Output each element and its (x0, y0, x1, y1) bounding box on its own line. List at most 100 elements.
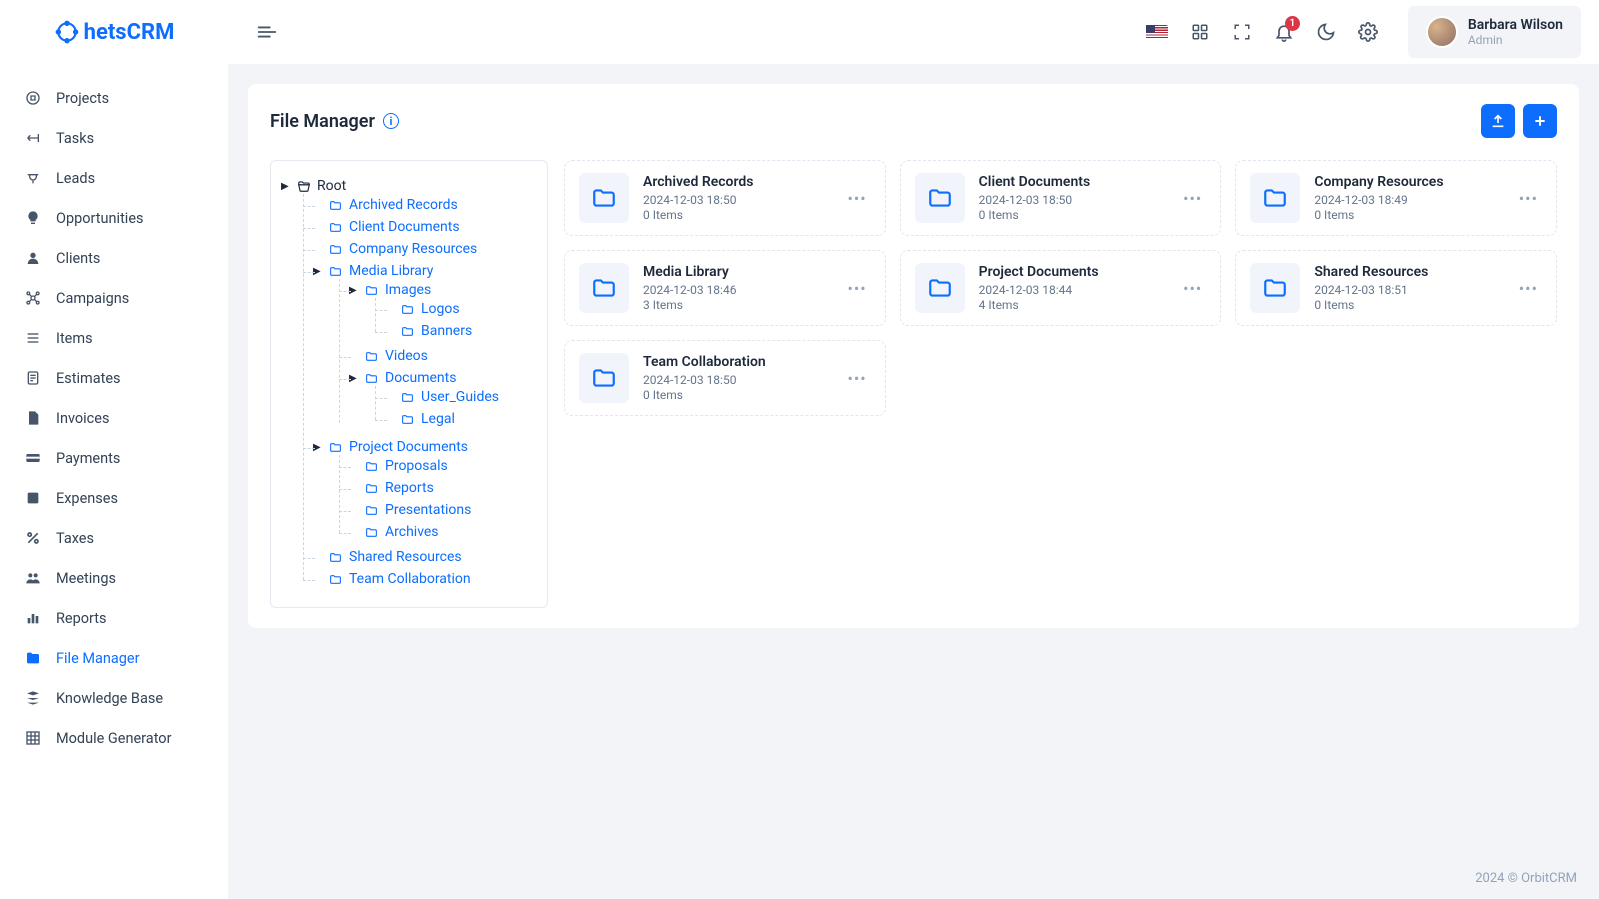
folder-menu-icon[interactable]: ••• (1179, 185, 1206, 212)
folder-menu-icon[interactable]: ••• (1179, 275, 1206, 302)
sidebar-item-reports[interactable]: Reports (0, 598, 228, 638)
folder-count: 3 Items (643, 298, 829, 312)
folder-icon (329, 551, 343, 564)
caret-icon: ▶ (313, 266, 323, 277)
tree-node-archived[interactable]: Archived Records (313, 197, 537, 213)
info-icon[interactable]: i (383, 113, 399, 129)
tree-label: Images (385, 282, 431, 298)
upload-button[interactable] (1481, 104, 1515, 138)
main-content: File Manager i ▶ (228, 0, 1599, 863)
sidebar-item-estimates[interactable]: Estimates (0, 358, 228, 398)
tree-root[interactable]: ▶ Root (281, 178, 537, 194)
notifications-bell-icon[interactable]: 1 (1274, 22, 1294, 42)
tree-node-documents[interactable]: ▶Documents (349, 370, 537, 386)
folder-menu-icon[interactable]: ••• (843, 275, 870, 302)
tree-node-project-documents[interactable]: ▶Project Documents (313, 439, 537, 455)
tree-label: User_Guides (421, 389, 499, 405)
tree-node-shared-resources[interactable]: Shared Resources (313, 549, 537, 565)
folder-name: Media Library (643, 264, 829, 280)
sidebar-item-expenses[interactable]: Expenses (0, 478, 228, 518)
tree-node-proposals[interactable]: Proposals (349, 458, 537, 474)
tree-node-company-resources[interactable]: Company Resources (313, 241, 537, 257)
folder-icon (329, 441, 343, 454)
user-name: Barbara Wilson (1468, 17, 1563, 33)
folder-date: 2024-12-03 18:44 (979, 283, 1165, 297)
folder-card[interactable]: Archived Records2024-12-03 18:500 Items•… (564, 160, 886, 236)
sidebar-item-taxes[interactable]: Taxes (0, 518, 228, 558)
folder-card[interactable]: Team Collaboration2024-12-03 18:500 Item… (564, 340, 886, 416)
folder-icon (365, 372, 379, 385)
sidebar-item-label: Expenses (56, 490, 118, 507)
folder-menu-icon[interactable]: ••• (843, 185, 870, 212)
sidebar-item-clients[interactable]: Clients (0, 238, 228, 278)
tree-node-presentations[interactable]: Presentations (349, 502, 537, 518)
folder-menu-icon[interactable]: ••• (843, 365, 870, 392)
apps-grid-icon[interactable] (1190, 22, 1210, 42)
dark-mode-icon[interactable] (1316, 22, 1336, 42)
sidebar-item-invoices[interactable]: Invoices (0, 398, 228, 438)
sidebar-item-meetings[interactable]: Meetings (0, 558, 228, 598)
tree-node-media-library[interactable]: ▶Media Library (313, 263, 537, 279)
folder-tree: ▶ Root Archived Records Client Documents… (270, 160, 548, 608)
folder-menu-icon[interactable]: ••• (1515, 275, 1542, 302)
folder-info: Project Documents2024-12-03 18:444 Items (979, 264, 1165, 312)
logo-area[interactable]: hetsCRM (0, 0, 228, 64)
sidebar-item-module-generator[interactable]: Module Generator (0, 718, 228, 758)
folder-icon (401, 303, 415, 316)
tree-label: Shared Resources (349, 549, 462, 565)
projects-icon (24, 89, 42, 107)
sidebar-item-label: Invoices (56, 410, 109, 427)
tree-node-archives[interactable]: Archives (349, 524, 537, 540)
plus-icon (1532, 113, 1548, 129)
folder-icon (329, 265, 343, 278)
tree-node-videos[interactable]: Videos (349, 348, 537, 364)
folder-card[interactable]: Project Documents2024-12-03 18:444 Items… (900, 250, 1222, 326)
folder-icon (579, 173, 629, 223)
payments-icon (24, 449, 42, 467)
sidebar-item-payments[interactable]: Payments (0, 438, 228, 478)
sidebar-item-campaigns[interactable]: Campaigns (0, 278, 228, 318)
add-button[interactable] (1523, 104, 1557, 138)
folder-date: 2024-12-03 18:46 (643, 283, 829, 297)
tree-node-client-documents[interactable]: Client Documents (313, 219, 537, 235)
tree-label: Documents (385, 370, 456, 386)
folder-count: 0 Items (1314, 208, 1500, 222)
tree-node-team-collaboration[interactable]: Team Collaboration (313, 571, 537, 587)
page-actions (1481, 104, 1557, 138)
folder-card[interactable]: Media Library 2024-12-03 18:463 Items ••• (564, 250, 886, 326)
sidebar-item-leads[interactable]: Leads (0, 158, 228, 198)
sidebar-item-label: Projects (56, 90, 109, 107)
folder-card[interactable]: Company Resources2024-12-03 18:490 Items… (1235, 160, 1557, 236)
sidebar-toggle-button[interactable] (256, 21, 278, 43)
folder-open-icon (297, 179, 311, 193)
topbar-right: 1 Barbara Wilson Admin (1146, 6, 1581, 58)
tree-node-legal[interactable]: Legal (385, 411, 537, 427)
leads-icon (24, 169, 42, 187)
settings-gear-icon[interactable] (1358, 22, 1378, 42)
file-manager-card: File Manager i ▶ (248, 84, 1579, 628)
tree-node-user-guides[interactable]: User_Guides (385, 389, 537, 405)
language-flag-us[interactable] (1146, 25, 1168, 40)
sidebar-item-file-manager[interactable]: File Manager (0, 638, 228, 678)
tree-node-logos[interactable]: Logos (385, 301, 537, 317)
tree-node-banners[interactable]: Banners (385, 323, 537, 339)
tree-node-images[interactable]: ▶Images (349, 282, 537, 298)
folder-card[interactable]: Client Documents2024-12-03 18:500 Items•… (900, 160, 1222, 236)
tree-label: Client Documents (349, 219, 460, 235)
sidebar-item-projects[interactable]: Projects (0, 78, 228, 118)
sidebar-item-opportunities[interactable]: Opportunities (0, 198, 228, 238)
folder-card[interactable]: Shared Resources2024-12-03 18:510 Items•… (1235, 250, 1557, 326)
folder-menu-icon[interactable]: ••• (1515, 185, 1542, 212)
sidebar-item-knowledge-base[interactable]: Knowledge Base (0, 678, 228, 718)
sidebar-item-label: Knowledge Base (56, 690, 163, 707)
sidebar-item-items[interactable]: Items (0, 318, 228, 358)
avatar (1426, 16, 1458, 48)
sidebar-item-tasks[interactable]: Tasks (0, 118, 228, 158)
items-icon (24, 329, 42, 347)
folder-count: 0 Items (643, 388, 829, 402)
tree-node-reports[interactable]: Reports (349, 480, 537, 496)
folder-icon (401, 413, 415, 426)
fullscreen-icon[interactable] (1232, 22, 1252, 42)
tree-label: Archived Records (349, 197, 458, 213)
user-menu[interactable]: Barbara Wilson Admin (1408, 6, 1581, 58)
